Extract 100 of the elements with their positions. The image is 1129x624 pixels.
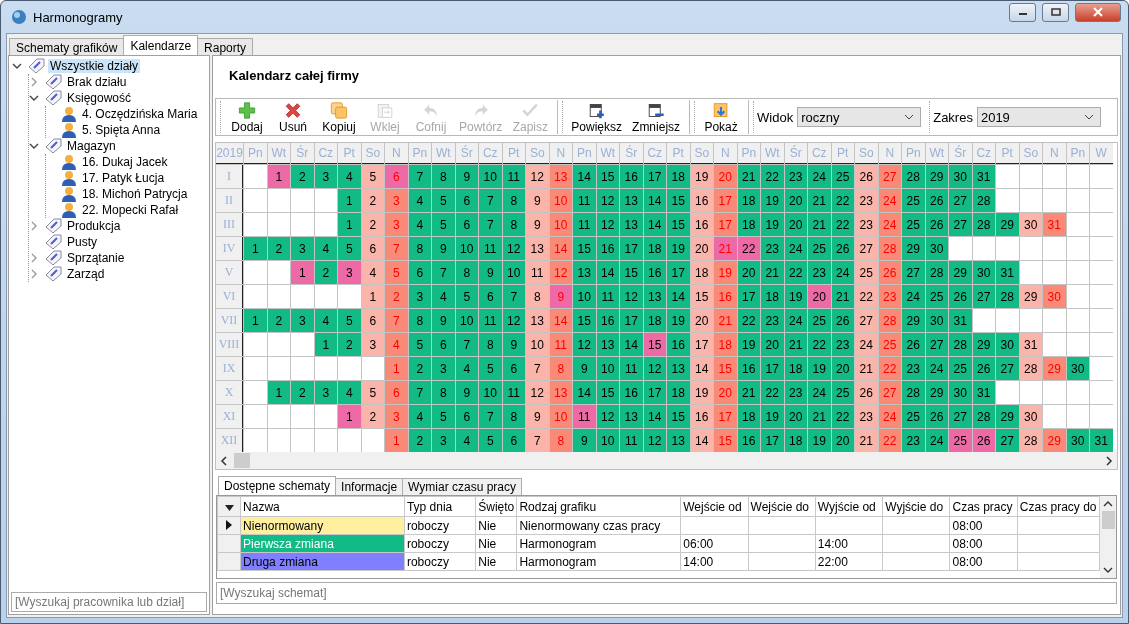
day-cell[interactable]: 14 bbox=[690, 429, 713, 452]
scroll-left-icon[interactable] bbox=[220, 455, 228, 466]
day-cell[interactable]: 12 bbox=[573, 333, 596, 356]
day-cell[interactable]: 24 bbox=[855, 333, 878, 356]
day-cell[interactable]: 19 bbox=[761, 213, 784, 236]
day-cell[interactable]: 23 bbox=[808, 261, 831, 284]
day-cell[interactable]: 24 bbox=[784, 237, 807, 260]
dropdown[interactable]: 2019 bbox=[976, 107, 1101, 127]
day-cell[interactable]: 5 bbox=[338, 309, 361, 332]
day-cell[interactable]: 18 bbox=[737, 405, 760, 428]
day-cell[interactable]: 22 bbox=[831, 213, 854, 236]
day-cell[interactable]: 12 bbox=[502, 309, 525, 332]
day-cell[interactable]: 23 bbox=[902, 357, 925, 380]
day-cell[interactable]: 6 bbox=[361, 309, 384, 332]
day-cell[interactable]: 14 bbox=[643, 213, 666, 236]
day-cell[interactable]: 16 bbox=[690, 189, 713, 212]
day-cell[interactable]: 10 bbox=[479, 381, 502, 404]
day-cell[interactable]: 29 bbox=[925, 165, 948, 188]
day-cell[interactable]: 7 bbox=[502, 285, 525, 308]
day-cell[interactable]: 2 bbox=[408, 429, 431, 452]
toolbar-button[interactable]: Pokaż bbox=[698, 100, 745, 134]
tab[interactable]: Kalendarze bbox=[123, 35, 199, 55]
day-cell[interactable]: 7 bbox=[479, 189, 502, 212]
day-cell[interactable]: 5 bbox=[455, 285, 478, 308]
day-cell[interactable]: 14 bbox=[596, 261, 619, 284]
day-cell[interactable]: 28 bbox=[972, 189, 995, 212]
day-cell[interactable]: 18 bbox=[643, 309, 666, 332]
day-cell[interactable]: 17 bbox=[620, 309, 643, 332]
day-cell[interactable]: 2 bbox=[314, 261, 337, 284]
day-cell[interactable]: 11 bbox=[620, 357, 643, 380]
day-cell[interactable]: 7 bbox=[432, 261, 455, 284]
day-cell[interactable]: 18 bbox=[784, 429, 807, 452]
day-cell[interactable]: 31 bbox=[1019, 333, 1042, 356]
day-cell[interactable]: 1 bbox=[361, 285, 384, 308]
day-cell[interactable]: 11 bbox=[620, 429, 643, 452]
day-cell[interactable]: 28 bbox=[1019, 429, 1042, 452]
day-cell[interactable]: 17 bbox=[620, 237, 643, 260]
collapse-chevron-icon[interactable] bbox=[12, 61, 22, 71]
expand-chevron-icon[interactable] bbox=[29, 253, 39, 263]
collapse-chevron-icon[interactable] bbox=[29, 93, 39, 103]
day-cell[interactable]: 16 bbox=[596, 309, 619, 332]
day-cell[interactable]: 17 bbox=[761, 357, 784, 380]
day-cell[interactable]: 11 bbox=[479, 237, 502, 260]
day-cell[interactable]: 10 bbox=[596, 429, 619, 452]
day-cell[interactable]: 4 bbox=[314, 237, 337, 260]
tree-item[interactable]: Sprzątanie bbox=[65, 251, 127, 265]
day-cell[interactable]: 24 bbox=[902, 285, 925, 308]
day-cell[interactable]: 30 bbox=[949, 165, 972, 188]
day-cell[interactable]: 10 bbox=[596, 357, 619, 380]
day-cell[interactable]: 16 bbox=[620, 381, 643, 404]
day-cell[interactable]: 20 bbox=[808, 285, 831, 308]
day-cell[interactable]: 11 bbox=[596, 285, 619, 308]
day-cell[interactable]: 7 bbox=[526, 429, 549, 452]
column-header[interactable]: Wejście do bbox=[748, 496, 816, 517]
day-cell[interactable]: 12 bbox=[526, 381, 549, 404]
column-header[interactable]: Nazwa bbox=[240, 496, 405, 517]
day-cell[interactable]: 9 bbox=[432, 309, 455, 332]
day-cell[interactable]: 20 bbox=[761, 333, 784, 356]
day-cell[interactable]: 22 bbox=[761, 381, 784, 404]
day-cell[interactable]: 27 bbox=[996, 357, 1019, 380]
day-cell[interactable]: 3 bbox=[291, 309, 314, 332]
toolbar-button[interactable]: Zmniejsz bbox=[627, 100, 686, 134]
scroll-right-icon[interactable] bbox=[1105, 455, 1113, 466]
day-cell[interactable]: 15 bbox=[573, 237, 596, 260]
day-cell[interactable]: 26 bbox=[925, 189, 948, 212]
column-header[interactable]: Wyjście do bbox=[882, 496, 950, 517]
day-cell[interactable]: 13 bbox=[526, 237, 549, 260]
day-cell[interactable]: 21 bbox=[737, 165, 760, 188]
day-cell[interactable]: 13 bbox=[667, 429, 690, 452]
day-cell[interactable]: 11 bbox=[573, 189, 596, 212]
day-cell[interactable]: 1 bbox=[267, 381, 290, 404]
day-cell[interactable]: 9 bbox=[455, 381, 478, 404]
day-cell[interactable]: 19 bbox=[808, 429, 831, 452]
toolbar-button[interactable]: Dodaj bbox=[224, 100, 270, 134]
day-cell[interactable]: 4 bbox=[455, 357, 478, 380]
day-cell[interactable]: 10 bbox=[573, 285, 596, 308]
day-cell[interactable]: 12 bbox=[596, 189, 619, 212]
day-cell[interactable]: 27 bbox=[996, 429, 1019, 452]
day-cell[interactable]: 9 bbox=[573, 357, 596, 380]
column-header[interactable]: Rodzaj grafiku bbox=[516, 496, 681, 517]
day-cell[interactable]: 12 bbox=[643, 357, 666, 380]
day-cell[interactable]: 16 bbox=[620, 165, 643, 188]
day-cell[interactable]: 26 bbox=[831, 237, 854, 260]
scroll-up-icon[interactable] bbox=[1103, 500, 1113, 507]
day-cell[interactable]: 18 bbox=[784, 357, 807, 380]
day-cell[interactable]: 4 bbox=[455, 429, 478, 452]
day-cell[interactable]: 2 bbox=[338, 333, 361, 356]
day-cell[interactable]: 3 bbox=[291, 237, 314, 260]
day-cell[interactable]: 2 bbox=[291, 381, 314, 404]
day-cell[interactable]: 6 bbox=[455, 405, 478, 428]
day-cell[interactable]: 9 bbox=[455, 165, 478, 188]
day-cell[interactable]: 17 bbox=[667, 261, 690, 284]
day-cell[interactable]: 27 bbox=[925, 333, 948, 356]
day-cell[interactable]: 21 bbox=[808, 189, 831, 212]
day-cell[interactable]: 14 bbox=[573, 381, 596, 404]
day-cell[interactable]: 9 bbox=[502, 333, 525, 356]
day-cell[interactable]: 5 bbox=[432, 213, 455, 236]
tree-item[interactable]: 16. Dukaj Jacek bbox=[80, 155, 170, 169]
day-cell[interactable]: 9 bbox=[526, 213, 549, 236]
column-header[interactable]: Czas pracy do bbox=[1017, 496, 1100, 517]
